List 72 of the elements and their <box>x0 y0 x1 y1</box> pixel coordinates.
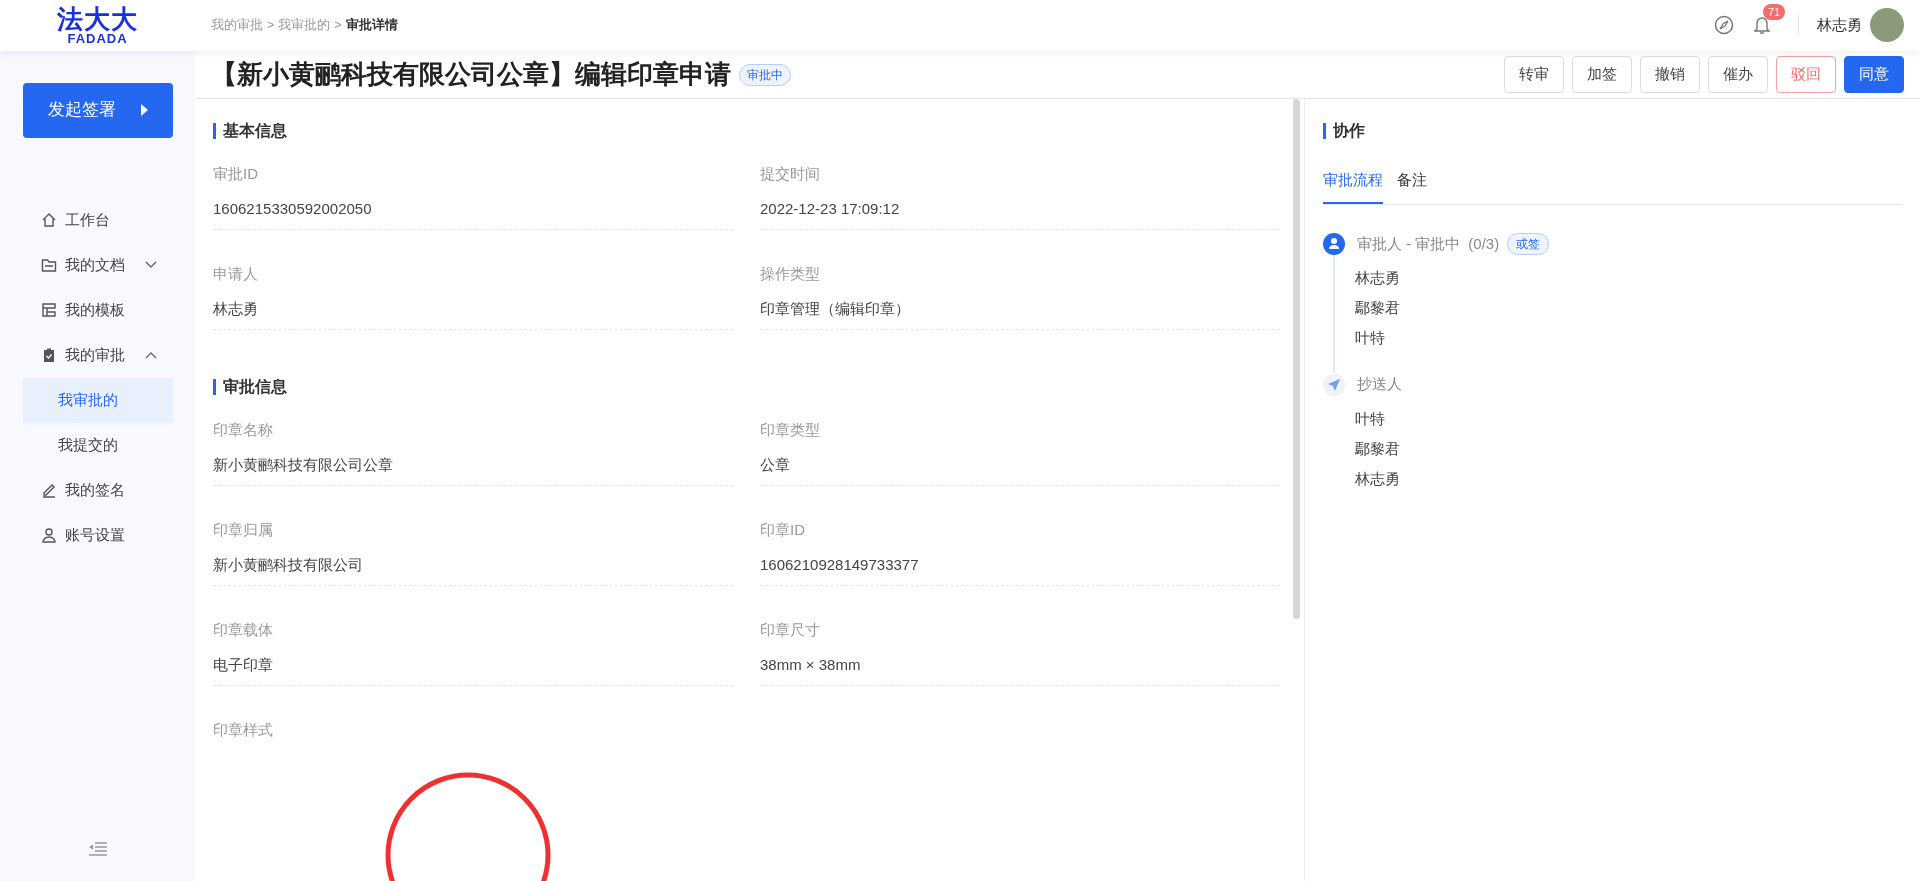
sidebar-item[interactable]: 我的文档 <box>0 242 195 288</box>
field-label: 印章载体 <box>213 620 274 641</box>
person-name: 叶特 <box>1355 408 1386 429</box>
action-button[interactable]: 催办 <box>1708 56 1768 93</box>
field-label: 印章样式 <box>213 720 274 741</box>
field-value: 印章管理（编辑印章） <box>760 285 1280 331</box>
notification-count: 71 <box>1763 4 1786 21</box>
user-avatar[interactable] <box>1870 8 1904 43</box>
logo-text: 法大大 <box>57 5 138 32</box>
user-icon <box>41 527 57 544</box>
tab[interactable]: 备注 <box>1397 169 1427 204</box>
sidebar-subitem[interactable]: 我审批的 <box>23 377 173 423</box>
field-label: 提交时间 <box>760 164 821 185</box>
collapse-menu-icon[interactable] <box>87 841 108 857</box>
field-label: 印章名称 <box>213 420 274 441</box>
field-label: 审批ID <box>213 164 259 185</box>
flow-step-title: 审批人 - 审批中 <box>1357 233 1461 254</box>
logo-text: FADADA <box>67 31 128 45</box>
field-value: 1606210928149733377 <box>760 541 1280 587</box>
breadcrumb-separator: > <box>267 16 275 34</box>
user-node-icon <box>1323 233 1345 256</box>
action-button[interactable]: 同意 <box>1844 56 1904 93</box>
flow-step-title: 抄送人 <box>1357 374 1402 395</box>
sidebar-item[interactable]: 我的模板 <box>0 287 195 333</box>
breadcrumb-separator: > <box>334 16 342 34</box>
field-label: 印章归属 <box>213 520 274 541</box>
section-title: 基本信息 <box>213 123 1280 140</box>
caret-right-icon <box>140 104 148 117</box>
folder-icon <box>41 257 57 274</box>
person-name: 林志勇 <box>1355 468 1400 489</box>
tab[interactable]: 审批流程 <box>1323 169 1383 204</box>
compass-icon[interactable] <box>1714 15 1734 36</box>
person-name: 叶特 <box>1355 328 1386 349</box>
action-button[interactable]: 转审 <box>1504 56 1564 93</box>
section-title: 审批信息 <box>213 379 1280 396</box>
person-name: 林志勇 <box>1355 268 1400 289</box>
field-label: 印章类型 <box>760 420 821 441</box>
bell-icon[interactable] <box>1754 15 1770 36</box>
pencil-icon <box>41 482 57 499</box>
section-title: 协作 <box>1323 123 1902 140</box>
sidebar-subitem[interactable]: 我提交的 <box>23 422 173 468</box>
field-value: 38mm × 38mm <box>760 641 1280 687</box>
action-button[interactable]: 加签 <box>1572 56 1632 93</box>
field-value: 2022-12-23 17:09:12 <box>760 185 1280 231</box>
field-value: 1606215330592002050 <box>213 185 733 231</box>
page-title: 【新小黄鹂科技有限公司公章】编辑印章申请 <box>211 58 731 91</box>
action-button[interactable]: 撤销 <box>1640 56 1700 93</box>
person-name: 鄢黎君 <box>1355 438 1400 459</box>
start-sign-button[interactable]: 发起签署 <box>23 82 173 138</box>
sidebar-item[interactable]: 我的签名 <box>0 467 195 513</box>
field-value: 新小黄鹂科技有限公司公章 <box>213 441 733 487</box>
sidebar-item[interactable]: 工作台 <box>0 197 195 243</box>
person-name: 鄢黎君 <box>1355 298 1400 319</box>
sidebar-item[interactable]: 我的审批 <box>0 332 195 378</box>
flow-step-count: (0/3) <box>1468 233 1500 254</box>
user-name[interactable]: 林志勇 <box>1817 14 1862 37</box>
field-value: 电子印章 <box>213 641 733 687</box>
clipboard-check-icon <box>41 347 57 364</box>
field-label: 操作类型 <box>760 264 821 285</box>
field-label: 印章ID <box>760 520 806 541</box>
breadcrumb-current: 审批详情 <box>345 16 398 34</box>
field-label: 申请人 <box>213 264 259 285</box>
sidebar-item[interactable]: 账号设置 <box>0 512 195 558</box>
sign-mode-tag: 或签 <box>1507 233 1550 256</box>
scrollbar-thumb[interactable] <box>1293 99 1300 620</box>
layout-icon <box>41 302 57 319</box>
home-icon <box>41 212 57 229</box>
field-value: 林志勇 <box>213 285 733 331</box>
field-value: 公章 <box>760 441 1280 487</box>
status-tag: 审批中 <box>739 63 791 86</box>
field-label: 印章尺寸 <box>760 620 821 641</box>
field-value: 新小黄鹂科技有限公司 <box>213 541 733 587</box>
